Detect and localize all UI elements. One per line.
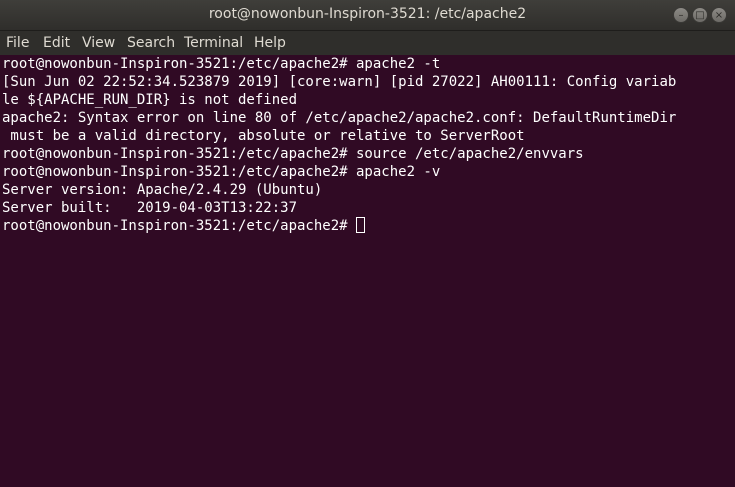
cursor <box>356 217 366 233</box>
menu-bar: File Edit View Search Terminal Help <box>0 31 735 55</box>
prompt-text: root@nowonbun-Inspiron-3521:/etc/apache2… <box>2 218 357 234</box>
title-bar[interactable]: root@nowonbun-Inspiron-3521: /etc/apache… <box>0 0 735 31</box>
close-button[interactable]: × <box>711 7 727 23</box>
minimize-icon: – <box>678 10 684 21</box>
window-title: root@nowonbun-Inspiron-3521: /etc/apache… <box>208 6 527 22</box>
terminal-line: [Sun Jun 02 22:52:34.523879 2019] [core:… <box>2 74 677 90</box>
menu-help[interactable]: Help <box>254 35 286 51</box>
prompt-line[interactable]: root@nowonbun-Inspiron-3521:/etc/apache2… <box>2 217 733 235</box>
terminal-line: root@nowonbun-Inspiron-3521:/etc/apache2… <box>2 56 441 72</box>
terminal-line: apache2: Syntax error on line 80 of /etc… <box>2 110 677 126</box>
terminal-line: le ${APACHE_RUN_DIR} is not defined <box>2 92 298 108</box>
terminal-line: root@nowonbun-Inspiron-3521:/etc/apache2… <box>2 146 584 162</box>
maximize-button[interactable]: □ <box>692 7 708 23</box>
menu-view[interactable]: View <box>82 35 115 51</box>
terminal-line: Server built: 2019-04-03T13:22:37 <box>2 200 298 216</box>
terminal-window: root@nowonbun-Inspiron-3521: /etc/apache… <box>0 0 735 487</box>
menu-edit[interactable]: Edit <box>43 35 70 51</box>
menu-terminal[interactable]: Terminal <box>184 35 243 51</box>
terminal-line: root@nowonbun-Inspiron-3521:/etc/apache2… <box>2 164 441 180</box>
close-icon: × <box>714 10 724 21</box>
menu-search[interactable]: Search <box>127 35 175 51</box>
terminal-line: must be a valid directory, absolute or r… <box>2 128 525 144</box>
terminal-output[interactable]: root@nowonbun-Inspiron-3521:/etc/apache2… <box>2 55 733 485</box>
menu-file[interactable]: File <box>6 35 29 51</box>
minimize-button[interactable]: – <box>673 7 689 23</box>
terminal-line: Server version: Apache/2.4.29 (Ubuntu) <box>2 182 323 198</box>
maximize-icon: □ <box>695 10 705 21</box>
